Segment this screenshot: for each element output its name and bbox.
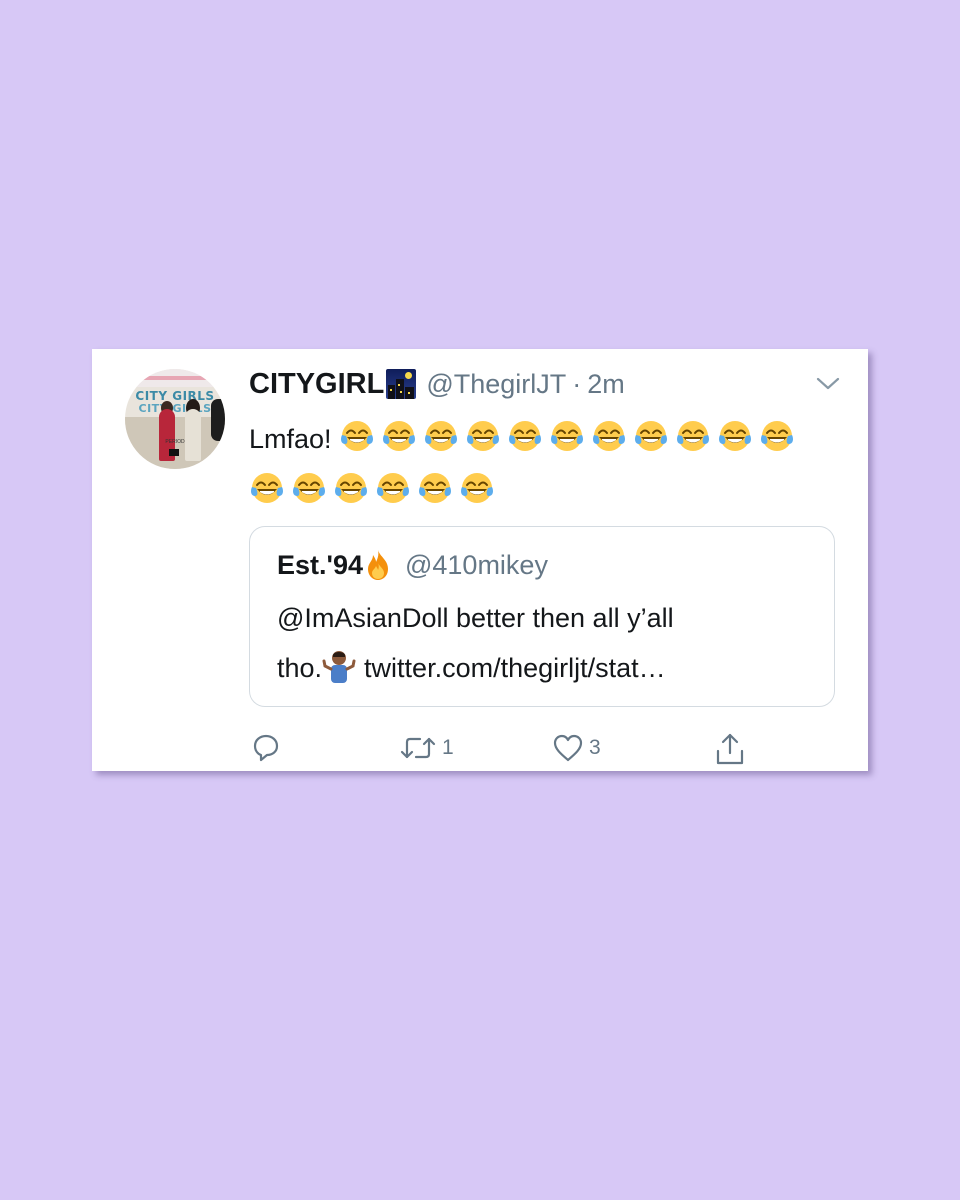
face-with-tears-of-joy-icon (759, 418, 795, 454)
timestamp[interactable]: 2m (587, 369, 625, 400)
quoted-text-prefix: tho. (277, 653, 323, 683)
quoted-link[interactable]: twitter.com/thegirljt/stat… (364, 653, 666, 683)
chevron-down-icon[interactable] (814, 373, 842, 393)
face-with-tears-of-joy-icon (459, 470, 495, 506)
face-with-tears-of-joy-icon (249, 470, 285, 506)
face-with-tears-of-joy-icon (417, 470, 453, 506)
display-name[interactable]: CITYGIRL (249, 368, 384, 401)
quoted-tweet[interactable]: Est.'94 @410mikey @ImAsianDoll better th… (249, 526, 835, 707)
face-with-tears-of-joy-icon (591, 418, 627, 454)
face-with-tears-of-joy-icon (465, 418, 501, 454)
tweet-header: CITYGIRL @ThegirlJT · 2m (249, 367, 625, 401)
fire-icon (367, 550, 388, 580)
face-with-tears-of-joy-icon (675, 418, 711, 454)
avatar-title: CITY GIRLS (135, 389, 215, 403)
face-with-tears-of-joy-icon (339, 418, 375, 454)
retweet-count: 1 (442, 736, 454, 759)
face-with-tears-of-joy-icon (333, 470, 369, 506)
face-with-tears-of-joy-icon (549, 418, 585, 454)
quoted-handle[interactable]: @410mikey (405, 550, 548, 581)
person-shrugging-icon (322, 651, 356, 683)
retweet-icon (400, 737, 436, 759)
heart-icon (553, 734, 583, 762)
tweet-text-words: Lmfao! (249, 424, 332, 454)
retweet-button[interactable]: 1 (398, 731, 454, 765)
tweet-card[interactable]: CITY GIRLS CITY GIRLS PERIOD CITYGIRL @T… (92, 349, 868, 771)
reply-icon (253, 734, 279, 762)
emoji-row (249, 421, 801, 506)
separator-dot: · (572, 368, 582, 399)
quoted-text-line1: @ImAsianDoll better then all y’all (277, 603, 674, 633)
face-with-tears-of-joy-icon (375, 470, 411, 506)
quoted-text: @ImAsianDoll better then all y’all tho. … (277, 593, 817, 693)
face-with-tears-of-joy-icon (633, 418, 669, 454)
quoted-display-name[interactable]: Est.'94 (277, 550, 363, 581)
quoted-header: Est.'94 @410mikey (277, 549, 548, 581)
reply-button[interactable] (249, 731, 287, 765)
quoted-text-line2: tho. twitter.com/thegirljt/stat… (277, 643, 817, 693)
like-count: 3 (589, 736, 601, 759)
night-city-icon (386, 369, 417, 399)
face-with-tears-of-joy-icon (423, 418, 459, 454)
face-with-tears-of-joy-icon (291, 470, 327, 506)
avatar[interactable]: CITY GIRLS CITY GIRLS PERIOD (125, 369, 225, 469)
avatar-label: PERIOD (165, 439, 185, 445)
share-button[interactable] (713, 731, 747, 767)
like-button[interactable]: 3 (551, 731, 601, 765)
user-handle[interactable]: @ThegirlJT (426, 369, 566, 400)
face-with-tears-of-joy-icon (507, 418, 543, 454)
tweet-text: Lmfao! (249, 413, 829, 517)
share-icon (716, 733, 744, 765)
tweet-actions: 1 3 (249, 731, 809, 767)
face-with-tears-of-joy-icon (717, 418, 753, 454)
avatar-subtitle: CITY GIRLS (138, 402, 212, 415)
face-with-tears-of-joy-icon (381, 418, 417, 454)
